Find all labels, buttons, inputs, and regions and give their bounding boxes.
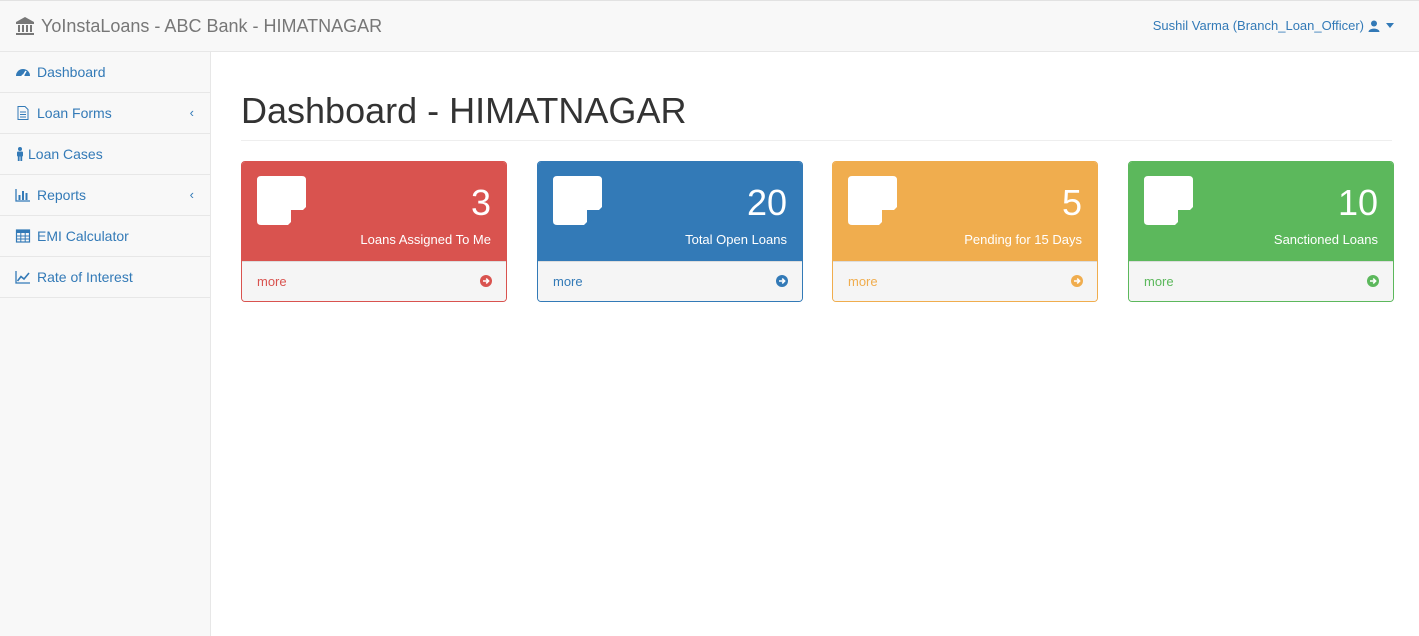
panel-heading: 5 Pending for 15 Days (833, 162, 1097, 261)
arrow-circle-right-icon (1071, 275, 1083, 287)
arrow-circle-right-icon (480, 275, 492, 287)
table-icon (15, 229, 31, 243)
sidebar-item-loan-cases[interactable]: Loan Cases (0, 134, 210, 175)
brand-link[interactable]: YoInstaLoans - ABC Bank - HIMATNAGAR (15, 15, 382, 37)
panel-count: 3 (470, 182, 491, 223)
sidebar-item-loan-forms[interactable]: Loan Forms ‹ (0, 93, 210, 134)
panel-count: 20 (746, 182, 787, 223)
sanctioned-loans-panel: 10 Sanctioned Loans more (1128, 161, 1394, 302)
arrow-circle-right-icon (776, 275, 788, 287)
more-link[interactable]: more (848, 274, 878, 289)
top-navbar: YoInstaLoans - ABC Bank - HIMATNAGAR Sus… (0, 0, 1419, 52)
loans-assigned-panel: 3 Loans Assigned To Me more (241, 161, 507, 302)
title-divider (241, 140, 1392, 141)
panel-count: 10 (1337, 182, 1378, 223)
sidebar-item-emi-calculator[interactable]: EMI Calculator (0, 216, 210, 257)
line-chart-icon (15, 271, 30, 284)
sidebar: Dashboard Loan Forms ‹ Loan Cases Report… (0, 52, 211, 636)
panel-footer-link[interactable]: more (1129, 261, 1393, 301)
sidebar-item-reports[interactable]: Reports ‹ (0, 175, 210, 216)
caret-down-icon (1386, 23, 1394, 28)
panel-heading: 10 Sanctioned Loans (1129, 162, 1393, 261)
panel-label: Sanctioned Loans (1273, 232, 1378, 247)
sticky-note-icon (257, 176, 306, 225)
panel-label: Pending for 15 Days (964, 232, 1082, 247)
chevron-left-icon: ‹ (189, 187, 194, 202)
panel-footer-link[interactable]: more (242, 261, 506, 301)
sidebar-item-label: Rate of Interest (37, 269, 133, 285)
sidebar-item-label: Reports (37, 187, 87, 203)
user-icon (1368, 20, 1380, 32)
user-dropdown[interactable]: Sushil Varma (Branch_Loan_Officer) (1153, 18, 1394, 33)
panel-footer-link[interactable]: more (833, 261, 1097, 301)
panel-heading: 3 Loans Assigned To Me (242, 162, 506, 261)
page-title: Dashboard - HIMATNAGAR (241, 90, 687, 131)
sidebar-item-dashboard[interactable]: Dashboard (0, 52, 210, 93)
person-icon (17, 147, 23, 161)
sidebar-item-label: Loan Cases (28, 146, 103, 162)
panel-footer-link[interactable]: more (538, 261, 802, 301)
more-link[interactable]: more (1144, 274, 1174, 289)
sticky-note-icon (553, 176, 602, 225)
dashboard-icon (16, 69, 30, 78)
bank-icon (16, 17, 34, 35)
file-icon (17, 106, 29, 120)
sticky-note-icon (848, 176, 897, 225)
chevron-left-icon: ‹ (189, 105, 194, 120)
bar-chart-icon (15, 189, 30, 202)
panel-label: Total Open Loans (685, 232, 787, 247)
panel-count: 5 (1061, 182, 1082, 223)
brand-title: YoInstaLoans - ABC Bank - HIMATNAGAR (41, 15, 383, 36)
total-open-loans-panel: 20 Total Open Loans more (537, 161, 803, 302)
pending-15-days-panel: 5 Pending for 15 Days more (832, 161, 1098, 302)
sticky-note-icon (1144, 176, 1193, 225)
sidebar-item-label: Dashboard (37, 64, 106, 80)
sidebar-item-label: Loan Forms (37, 105, 112, 121)
sidebar-item-rate-of-interest[interactable]: Rate of Interest (0, 257, 210, 298)
arrow-circle-right-icon (1367, 275, 1379, 287)
user-name: Sushil Varma (Branch_Loan_Officer) (1152, 18, 1364, 33)
panel-heading: 20 Total Open Loans (538, 162, 802, 261)
sidebar-item-label: EMI Calculator (37, 228, 129, 244)
more-link[interactable]: more (553, 274, 583, 289)
more-link[interactable]: more (257, 274, 287, 289)
panel-label: Loans Assigned To Me (360, 232, 491, 247)
